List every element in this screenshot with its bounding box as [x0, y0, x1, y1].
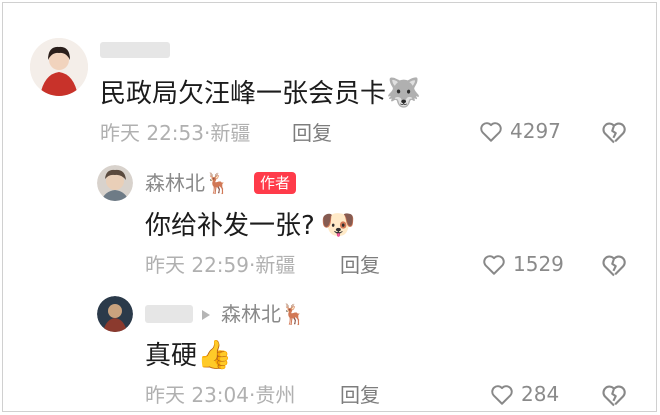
- dislike-button[interactable]: [600, 118, 628, 150]
- like-button[interactable]: 4297: [478, 118, 561, 144]
- heart-outline-icon: [480, 122, 502, 142]
- like-button[interactable]: 1529: [481, 251, 564, 277]
- dislike-button[interactable]: [600, 381, 628, 413]
- reply-arrow: [200, 307, 212, 326]
- broken-heart-icon: [602, 255, 626, 277]
- author-badge: 作者: [254, 172, 297, 194]
- like-count: 4297: [510, 119, 561, 143]
- comment-location: 新疆: [210, 121, 251, 145]
- comment-time: 昨天 22:59: [145, 253, 249, 277]
- comment-text: 民政局欠汪峰一张会员卡🐺: [100, 76, 421, 111]
- username-redacted: [145, 305, 193, 323]
- dislike-button[interactable]: [600, 251, 628, 283]
- wolf-emoji: 🐺: [386, 76, 421, 109]
- comments-panel: [2, 2, 657, 412]
- comment-text-body: 民政局欠汪峰一张会员卡: [100, 79, 387, 109]
- comment-text: 真硬👍: [145, 338, 232, 373]
- comment-location: 新疆: [255, 253, 296, 277]
- comment-meta: 昨天 22:59·新疆: [145, 253, 296, 277]
- comment-text: 你给补发一张? 🐶: [145, 208, 356, 243]
- reply-button[interactable]: 回复: [340, 252, 380, 278]
- comment-time: 昨天 23:04: [145, 383, 249, 407]
- author-name[interactable]: 森林北🦌: [145, 170, 230, 196]
- dog-emoji: 🐶: [320, 208, 356, 241]
- comment-time: 昨天 22:53: [100, 121, 204, 145]
- like-count: 1529: [513, 252, 564, 276]
- comment-meta: 昨天 22:53·新疆: [100, 121, 251, 145]
- reply-button[interactable]: 回复: [292, 120, 332, 146]
- avatar[interactable]: [97, 165, 133, 201]
- heart-outline-icon: [491, 385, 513, 405]
- username-redacted: [100, 42, 170, 58]
- thumbs-up-emoji: 👍: [197, 338, 232, 371]
- reply-to-name[interactable]: 森林北🦌: [221, 301, 306, 327]
- comment-text-body: 真硬: [145, 341, 198, 371]
- reply-button[interactable]: 回复: [340, 382, 380, 408]
- comment-text-body: 你给补发一张?: [145, 211, 315, 241]
- comment-meta: 昨天 23:04·贵州: [145, 383, 296, 407]
- broken-heart-icon: [602, 385, 626, 407]
- heart-outline-icon: [483, 255, 505, 275]
- broken-heart-icon: [602, 122, 626, 144]
- triangle-right-icon: [202, 310, 210, 320]
- deer-emoji: 🦌: [205, 171, 230, 195]
- like-count: 284: [521, 382, 560, 406]
- like-button[interactable]: 284: [489, 381, 559, 407]
- comment-location: 贵州: [255, 383, 296, 407]
- avatar[interactable]: [30, 38, 88, 96]
- deer-emoji: 🦌: [281, 302, 306, 326]
- avatar[interactable]: [97, 296, 133, 332]
